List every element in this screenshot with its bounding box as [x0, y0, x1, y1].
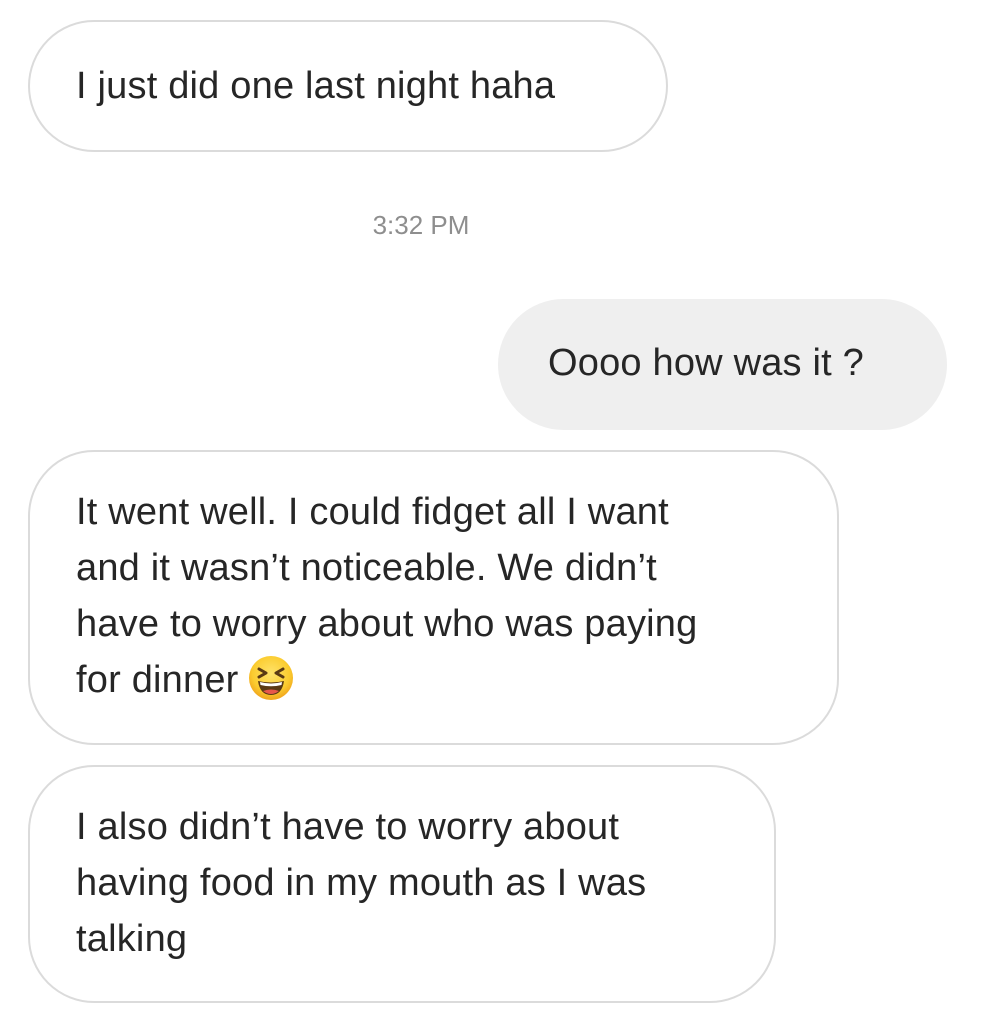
- message-line: and it wasn’t noticeable. We didn’t: [76, 547, 657, 589]
- message-line: It went well. I could fidget all I want: [76, 491, 669, 533]
- message-line: talking: [76, 918, 188, 960]
- message-line-text: for dinner: [76, 659, 239, 701]
- message-text: I just did one last night haha: [76, 65, 556, 107]
- message-line: I also didn’t have to worry about: [76, 806, 620, 848]
- message-text: Oooo how was it ?: [548, 342, 865, 384]
- message-bubble-incoming[interactable]: I also didn’t have to worry about having…: [28, 765, 776, 1003]
- message-bubble-incoming[interactable]: It went well. I could fidget all I want …: [28, 450, 839, 745]
- message-bubble-outgoing[interactable]: Oooo how was it ?: [498, 299, 947, 430]
- message-line: having food in my mouth as I was: [76, 862, 647, 904]
- message-timestamp: 3:32 PM: [372, 210, 470, 240]
- message-thread: I just did one last night haha 3:32 PM O…: [0, 0, 984, 1011]
- message-line: have to worry about who was paying: [76, 603, 698, 645]
- grinning-squinting-face-icon: [247, 654, 295, 702]
- message-line: for dinner: [76, 652, 797, 708]
- message-bubble-incoming[interactable]: I just did one last night haha: [28, 20, 668, 152]
